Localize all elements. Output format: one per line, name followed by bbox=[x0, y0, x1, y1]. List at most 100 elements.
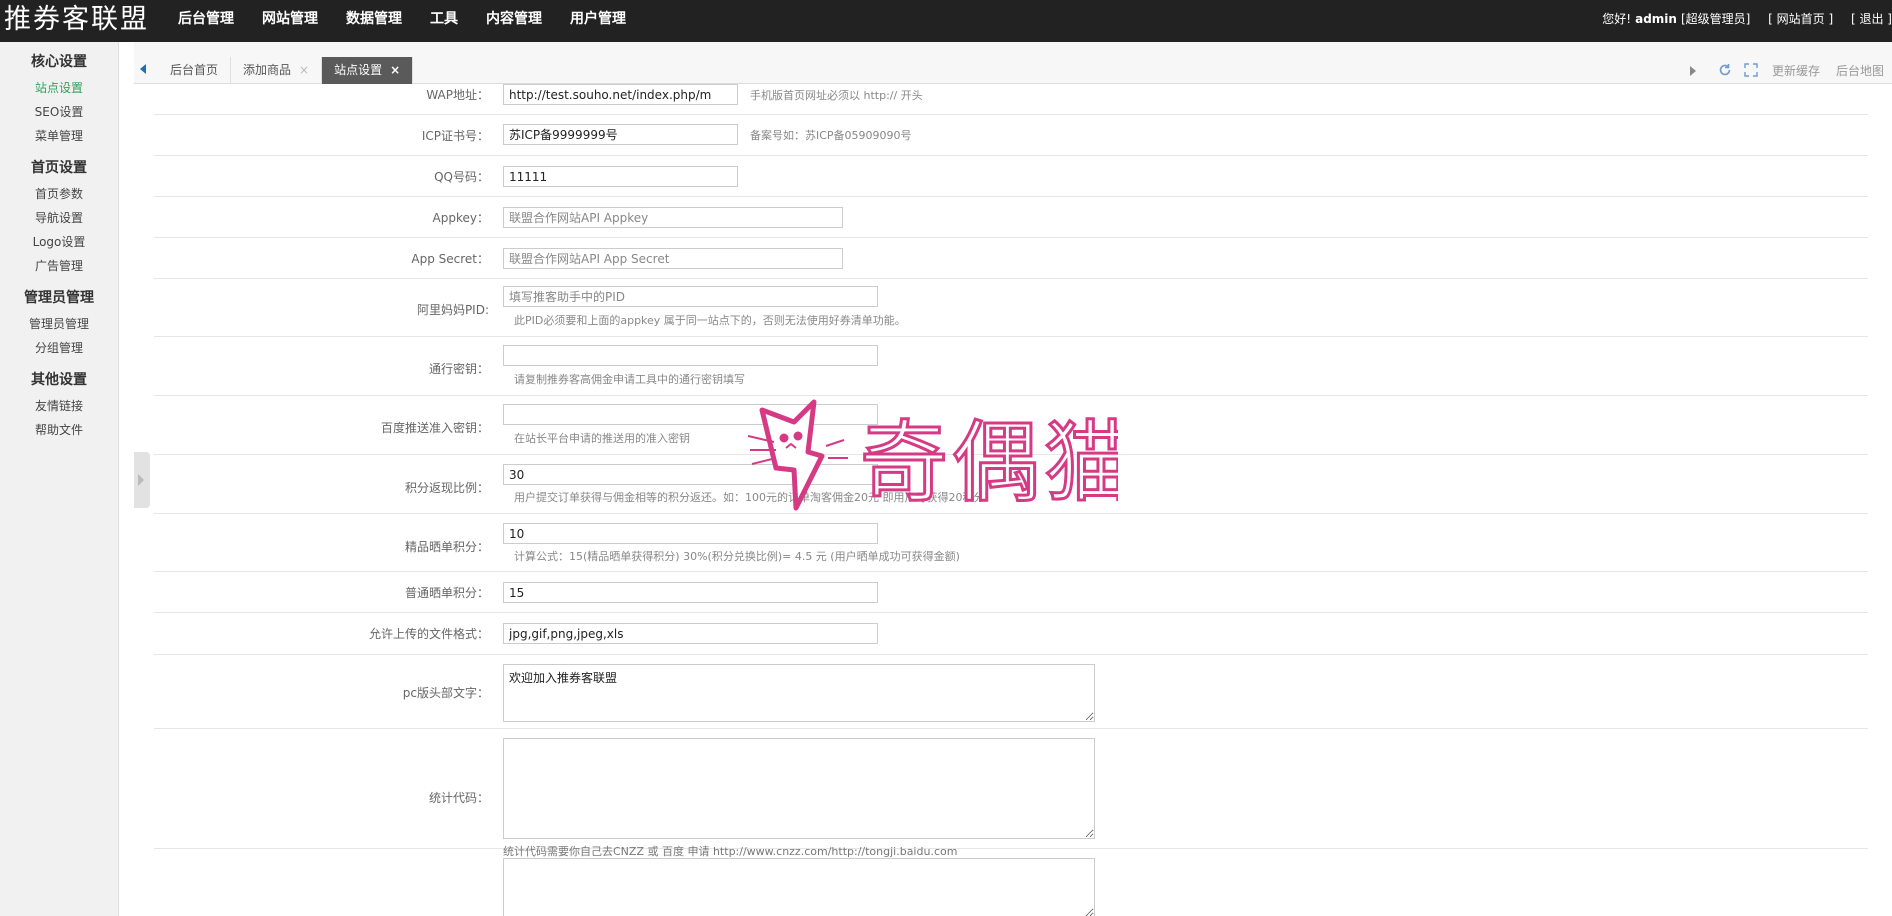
form-row-appkey: Appkey： bbox=[154, 197, 1868, 238]
user-area: 您好! admin [超级管理员] [ 网站首页 ] [ 退出 ] bbox=[1598, 0, 1892, 42]
sidebar-item-groups[interactable]: 分组管理 bbox=[0, 336, 118, 360]
stats-textarea[interactable] bbox=[503, 738, 1095, 839]
sidebar-item-home-params[interactable]: 首页参数 bbox=[0, 182, 118, 206]
appkey-input[interactable] bbox=[503, 207, 843, 228]
sidebar-item-logo[interactable]: Logo设置 bbox=[0, 230, 118, 254]
update-cache-link[interactable]: 更新缓存 bbox=[1772, 62, 1820, 79]
wap-label: WAP地址： bbox=[426, 88, 489, 102]
logout-link[interactable]: [ 退出 ] bbox=[1851, 12, 1892, 26]
stats-label: 统计代码： bbox=[428, 791, 489, 805]
sidebar-group-title: 核心设置 bbox=[31, 54, 87, 70]
pid-label: 阿里妈妈PID: bbox=[416, 303, 489, 317]
tongxing-label: 通行密钥： bbox=[428, 362, 489, 376]
pid-input[interactable] bbox=[503, 286, 878, 307]
tab-prev-icon[interactable] bbox=[140, 64, 146, 74]
sidebar-group-title: 其他设置 bbox=[31, 372, 87, 388]
tab-label: 添加商品 bbox=[243, 63, 292, 77]
tab-label: 后台首页 bbox=[170, 63, 219, 77]
pchead-label: pc版头部文字： bbox=[402, 686, 489, 700]
tab-close-icon[interactable]: × bbox=[299, 63, 309, 77]
form-row-baidu: 百度推送准入密钥： 在站长平台申请的推送用的准入密钥 bbox=[154, 396, 1868, 455]
sidebar-item-help[interactable]: 帮助文件 bbox=[0, 418, 118, 442]
extra-textarea[interactable] bbox=[503, 858, 1095, 916]
ratio-input[interactable] bbox=[503, 464, 878, 485]
pid-hint: 此PID必须要和上面的appkey 属于同一站点下的，否则无法使用好券清单功能。 bbox=[514, 314, 906, 327]
nav-site[interactable]: 网站管理 bbox=[248, 0, 332, 42]
icp-input[interactable] bbox=[503, 124, 738, 145]
baidu-label: 百度推送准入密钥： bbox=[380, 421, 489, 435]
form-row-jingpin: 精品晒单积分： 计算公式：15(精品晒单获得积分) 30%(积分兑换比例)= 4… bbox=[154, 514, 1868, 572]
form-row-filetypes: 允许上传的文件格式： bbox=[154, 613, 1868, 655]
top-nav: 后台管理 网站管理 数据管理 工具 内容管理 用户管理 bbox=[164, 0, 640, 42]
sidebar-group-home: 首页设置 首页参数 导航设置 Logo设置 广告管理 bbox=[0, 154, 118, 278]
sidebar-group-core: 核心设置 站点设置 SEO设置 菜单管理 bbox=[0, 48, 118, 148]
tab-add-goods[interactable]: 添加商品 × bbox=[231, 57, 323, 84]
jingpin-hint: 计算公式：15(精品晒单获得积分) 30%(积分兑换比例)= 4.5 元 (用户… bbox=[514, 550, 960, 563]
tab-label: 站点设置 bbox=[334, 63, 383, 77]
icp-label: ICP证书号： bbox=[421, 129, 489, 143]
nav-content[interactable]: 内容管理 bbox=[472, 0, 556, 42]
putong-input[interactable] bbox=[503, 582, 878, 603]
site-map-link[interactable]: 后台地图 bbox=[1836, 62, 1884, 79]
tab-next-icon[interactable] bbox=[1689, 65, 1696, 76]
form-row-icp: ICP证书号： 备案号如：苏ICP备05909090号 bbox=[154, 115, 1868, 156]
sidebar-item-menu[interactable]: 菜单管理 bbox=[0, 124, 118, 148]
nav-users[interactable]: 用户管理 bbox=[556, 0, 640, 42]
form-row-wap: WAP地址： 手机版首页网址必须以 http:// 开头 bbox=[154, 84, 1868, 115]
user-role: [超级管理员] bbox=[1680, 12, 1751, 26]
tab-bar: 后台首页 添加商品 × 站点设置 × 更新缓存 后台地图 bbox=[134, 42, 1892, 84]
qq-input[interactable] bbox=[503, 166, 738, 187]
username: admin bbox=[1635, 12, 1677, 26]
tab-close-icon[interactable]: × bbox=[390, 63, 400, 77]
refresh-icon[interactable] bbox=[1717, 63, 1733, 79]
form-row-next bbox=[154, 849, 1868, 916]
tab-tools: 更新缓存 后台地图 bbox=[1689, 57, 1892, 84]
tab-site-settings[interactable]: 站点设置 × bbox=[322, 57, 414, 84]
form-row-ratio: 积分返现比例： 用户提交订单获得与佣金相等的积分返还。如：100元的订单淘客佣金… bbox=[154, 455, 1868, 514]
wap-input[interactable] bbox=[503, 84, 738, 105]
sidebar-item-site-settings[interactable]: 站点设置 bbox=[0, 76, 118, 100]
nav-tools[interactable]: 工具 bbox=[416, 0, 472, 42]
sidebar-item-links[interactable]: 友情链接 bbox=[0, 394, 118, 418]
icp-hint: 备案号如：苏ICP备05909090号 bbox=[750, 129, 912, 142]
form-row-appsecret: App Secret： bbox=[154, 238, 1868, 279]
jingpin-input[interactable] bbox=[503, 523, 878, 544]
tongxing-input[interactable] bbox=[503, 345, 878, 366]
fullscreen-icon[interactable] bbox=[1743, 62, 1759, 79]
pchead-textarea[interactable]: 欢迎加入推券客联盟 bbox=[503, 664, 1095, 722]
tab-home[interactable]: 后台首页 bbox=[158, 57, 232, 84]
appkey-label: Appkey： bbox=[432, 211, 489, 225]
putong-label: 普通晒单积分： bbox=[404, 586, 489, 600]
filetypes-input[interactable] bbox=[503, 623, 878, 644]
appsecret-label: App Secret： bbox=[411, 252, 489, 266]
filetypes-label: 允许上传的文件格式： bbox=[368, 627, 489, 641]
sidebar-item-nav[interactable]: 导航设置 bbox=[0, 206, 118, 230]
form-row-qq: QQ号码： bbox=[154, 156, 1868, 197]
sidebar-group-title: 管理员管理 bbox=[24, 290, 94, 306]
wap-hint: 手机版首页网址必须以 http:// 开头 bbox=[750, 89, 923, 102]
ratio-label: 积分返现比例： bbox=[404, 481, 489, 495]
sidebar-item-admins[interactable]: 管理员管理 bbox=[0, 312, 118, 336]
form-row-putong: 普通晒单积分： bbox=[154, 572, 1868, 613]
site-home-link[interactable]: [ 网站首页 ] bbox=[1768, 12, 1833, 26]
appsecret-input[interactable] bbox=[503, 248, 843, 269]
jingpin-label: 精品晒单积分： bbox=[404, 540, 489, 554]
nav-backend[interactable]: 后台管理 bbox=[164, 0, 248, 42]
greeting: 您好! bbox=[1602, 12, 1632, 26]
tongxing-hint: 请复制推券客高佣金申请工具中的通行密钥填写 bbox=[514, 373, 745, 386]
baidu-input[interactable] bbox=[503, 404, 878, 425]
form-row-stats: 统计代码： 统计代码需要你自己去CNZZ 或 百度 申请 http://www.… bbox=[154, 729, 1868, 858]
form-row-pid: 阿里妈妈PID: 此PID必须要和上面的appkey 属于同一站点下的，否则无法… bbox=[154, 279, 1868, 337]
nav-data[interactable]: 数据管理 bbox=[332, 0, 416, 42]
sidebar-item-ads[interactable]: 广告管理 bbox=[0, 254, 118, 278]
settings-form: WAP地址： 手机版首页网址必须以 http:// 开头 ICP证书号： 备案号… bbox=[134, 84, 1892, 916]
sidebar-group-other: 其他设置 友情链接 帮助文件 bbox=[0, 366, 118, 442]
baidu-hint: 在站长平台申请的推送用的准入密钥 bbox=[514, 432, 690, 445]
sidebar-group-title: 首页设置 bbox=[31, 160, 87, 176]
site-logo: 推券客联盟 bbox=[4, 4, 149, 35]
sidebar-group-admin: 管理员管理 管理员管理 分组管理 bbox=[0, 284, 118, 360]
qq-label: QQ号码： bbox=[434, 170, 489, 184]
ratio-hint: 用户提交订单获得与佣金相等的积分返还。如：100元的订单淘客佣金20元 即用户可… bbox=[514, 491, 985, 504]
form-row-tongxing: 通行密钥： 请复制推券客高佣金申请工具中的通行密钥填写 bbox=[154, 337, 1868, 396]
sidebar-item-seo[interactable]: SEO设置 bbox=[0, 100, 118, 124]
